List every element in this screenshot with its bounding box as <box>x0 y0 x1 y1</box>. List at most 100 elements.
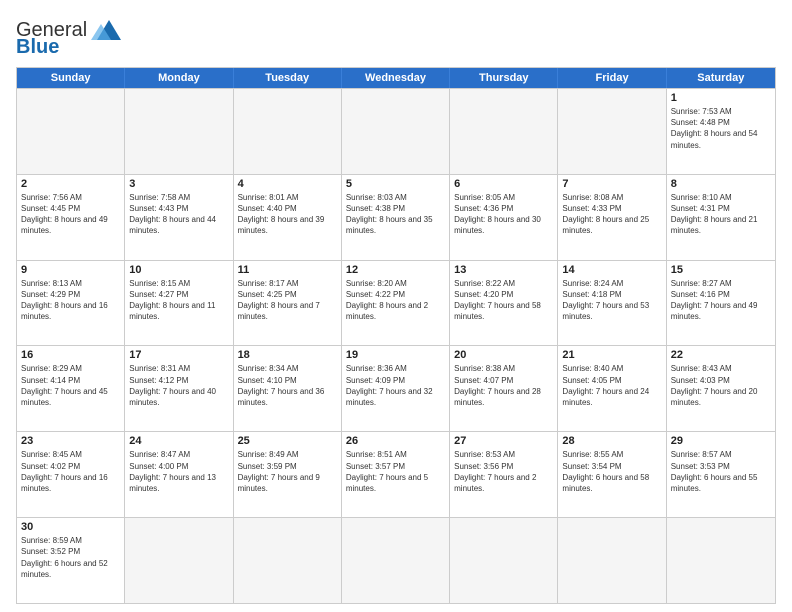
calendar: SundayMondayTuesdayWednesdayThursdayFrid… <box>16 67 776 604</box>
cell-info: Sunrise: 8:57 AM Sunset: 3:53 PM Dayligh… <box>671 449 771 494</box>
cal-cell <box>17 89 125 174</box>
cal-cell: 20 Sunrise: 8:38 AM Sunset: 4:07 PM Dayli… <box>450 346 558 431</box>
day-number: 21 <box>562 349 661 361</box>
cal-cell <box>558 518 666 603</box>
cal-cell: 27 Sunrise: 8:53 AM Sunset: 3:56 PM Dayli… <box>450 432 558 517</box>
day-number: 8 <box>671 178 771 190</box>
day-number: 14 <box>562 264 661 276</box>
day-number: 10 <box>129 264 228 276</box>
day-number: 17 <box>129 349 228 361</box>
cal-cell: 28 Sunrise: 8:55 AM Sunset: 3:54 PM Dayli… <box>558 432 666 517</box>
header: General Blue <box>16 16 776 59</box>
week-row-2: 9 Sunrise: 8:13 AM Sunset: 4:29 PM Daylig… <box>17 260 775 346</box>
week-row-0: 1 Sunrise: 7:53 AM Sunset: 4:48 PM Daylig… <box>17 88 775 174</box>
logo-blue: Blue <box>16 36 59 59</box>
cell-info: Sunrise: 8:08 AM Sunset: 4:33 PM Dayligh… <box>562 192 661 237</box>
day-number: 16 <box>21 349 120 361</box>
cal-cell: 25 Sunrise: 8:49 AM Sunset: 3:59 PM Dayli… <box>234 432 342 517</box>
cell-info: Sunrise: 7:58 AM Sunset: 4:43 PM Dayligh… <box>129 192 228 237</box>
cal-cell <box>667 518 775 603</box>
day-number: 4 <box>238 178 337 190</box>
cal-cell: 8 Sunrise: 8:10 AM Sunset: 4:31 PM Daylig… <box>667 175 775 260</box>
day-of-week-monday: Monday <box>125 68 233 88</box>
day-of-week-wednesday: Wednesday <box>342 68 450 88</box>
day-number: 30 <box>21 521 120 533</box>
cal-cell: 10 Sunrise: 8:15 AM Sunset: 4:27 PM Dayli… <box>125 261 233 346</box>
cal-cell: 26 Sunrise: 8:51 AM Sunset: 3:57 PM Dayli… <box>342 432 450 517</box>
day-of-week-saturday: Saturday <box>667 68 775 88</box>
cal-cell: 16Sunrise: 8:29 AM Sunset: 4:14 PM Dayli… <box>17 346 125 431</box>
cal-cell <box>234 518 342 603</box>
calendar-body: 1 Sunrise: 7:53 AM Sunset: 4:48 PM Daylig… <box>17 88 775 603</box>
cal-cell: 1 Sunrise: 7:53 AM Sunset: 4:48 PM Daylig… <box>667 89 775 174</box>
cell-info: Sunrise: 8:13 AM Sunset: 4:29 PM Dayligh… <box>21 278 120 323</box>
cal-cell <box>342 89 450 174</box>
cell-info: Sunrise: 8:31 AM Sunset: 4:12 PM Dayligh… <box>129 363 228 408</box>
cal-cell: 14 Sunrise: 8:24 AM Sunset: 4:18 PM Dayli… <box>558 261 666 346</box>
day-number: 22 <box>671 349 771 361</box>
cal-cell: 15 Sunrise: 8:27 AM Sunset: 4:16 PM Dayli… <box>667 261 775 346</box>
day-of-week-tuesday: Tuesday <box>234 68 342 88</box>
cal-cell: 7 Sunrise: 8:08 AM Sunset: 4:33 PM Daylig… <box>558 175 666 260</box>
day-number: 13 <box>454 264 553 276</box>
cell-info: Sunrise: 7:56 AM Sunset: 4:45 PM Dayligh… <box>21 192 120 237</box>
day-number: 29 <box>671 435 771 447</box>
page: General Blue SundayMondayTuesdayWednesda… <box>0 0 792 612</box>
day-number: 25 <box>238 435 337 447</box>
cell-info: Sunrise: 8:34 AM Sunset: 4:10 PM Dayligh… <box>238 363 337 408</box>
day-number: 20 <box>454 349 553 361</box>
cell-info: Sunrise: 8:20 AM Sunset: 4:22 PM Dayligh… <box>346 278 445 323</box>
logo: General Blue <box>16 16 125 59</box>
cell-info: Sunrise: 8:49 AM Sunset: 3:59 PM Dayligh… <box>238 449 337 494</box>
cell-info: Sunrise: 8:27 AM Sunset: 4:16 PM Dayligh… <box>671 278 771 323</box>
cal-cell: 23 Sunrise: 8:45 AM Sunset: 4:02 PM Dayli… <box>17 432 125 517</box>
day-number: 23 <box>21 435 120 447</box>
cal-cell: 22Sunrise: 8:43 AM Sunset: 4:03 PM Dayli… <box>667 346 775 431</box>
cell-info: Sunrise: 8:36 AM Sunset: 4:09 PM Dayligh… <box>346 363 445 408</box>
day-number: 27 <box>454 435 553 447</box>
day-number: 24 <box>129 435 228 447</box>
cell-info: Sunrise: 8:10 AM Sunset: 4:31 PM Dayligh… <box>671 192 771 237</box>
cal-cell: 2Sunrise: 7:56 AM Sunset: 4:45 PM Daylig… <box>17 175 125 260</box>
day-number: 26 <box>346 435 445 447</box>
cell-info: Sunrise: 8:15 AM Sunset: 4:27 PM Dayligh… <box>129 278 228 323</box>
cell-info: Sunrise: 8:01 AM Sunset: 4:40 PM Dayligh… <box>238 192 337 237</box>
cal-cell: 24 Sunrise: 8:47 AM Sunset: 4:00 PM Dayli… <box>125 432 233 517</box>
cal-cell <box>558 89 666 174</box>
cell-info: Sunrise: 8:17 AM Sunset: 4:25 PM Dayligh… <box>238 278 337 323</box>
cell-info: Sunrise: 7:53 AM Sunset: 4:48 PM Dayligh… <box>671 106 771 151</box>
week-row-5: 30 Sunrise: 8:59 AM Sunset: 3:52 PM Dayli… <box>17 517 775 603</box>
cell-info: Sunrise: 8:59 AM Sunset: 3:52 PM Dayligh… <box>21 535 120 580</box>
cal-cell: 9 Sunrise: 8:13 AM Sunset: 4:29 PM Daylig… <box>17 261 125 346</box>
week-row-4: 23 Sunrise: 8:45 AM Sunset: 4:02 PM Dayli… <box>17 431 775 517</box>
cell-info: Sunrise: 8:40 AM Sunset: 4:05 PM Dayligh… <box>562 363 661 408</box>
logo-icon <box>87 16 125 44</box>
cell-info: Sunrise: 8:47 AM Sunset: 4:00 PM Dayligh… <box>129 449 228 494</box>
week-row-3: 16Sunrise: 8:29 AM Sunset: 4:14 PM Dayli… <box>17 345 775 431</box>
cal-cell: 11Sunrise: 8:17 AM Sunset: 4:25 PM Dayli… <box>234 261 342 346</box>
cal-cell: 30 Sunrise: 8:59 AM Sunset: 3:52 PM Dayli… <box>17 518 125 603</box>
cell-info: Sunrise: 8:38 AM Sunset: 4:07 PM Dayligh… <box>454 363 553 408</box>
cal-cell <box>125 89 233 174</box>
cal-cell: 17 Sunrise: 8:31 AM Sunset: 4:12 PM Dayli… <box>125 346 233 431</box>
cell-info: Sunrise: 8:24 AM Sunset: 4:18 PM Dayligh… <box>562 278 661 323</box>
day-number: 7 <box>562 178 661 190</box>
cell-info: Sunrise: 8:51 AM Sunset: 3:57 PM Dayligh… <box>346 449 445 494</box>
day-number: 12 <box>346 264 445 276</box>
cal-cell <box>342 518 450 603</box>
cal-cell: 3 Sunrise: 7:58 AM Sunset: 4:43 PM Daylig… <box>125 175 233 260</box>
cell-info: Sunrise: 8:45 AM Sunset: 4:02 PM Dayligh… <box>21 449 120 494</box>
day-number: 1 <box>671 92 771 104</box>
cell-info: Sunrise: 8:03 AM Sunset: 4:38 PM Dayligh… <box>346 192 445 237</box>
day-number: 19 <box>346 349 445 361</box>
cell-info: Sunrise: 8:53 AM Sunset: 3:56 PM Dayligh… <box>454 449 553 494</box>
day-number: 18 <box>238 349 337 361</box>
cal-cell: 21 Sunrise: 8:40 AM Sunset: 4:05 PM Dayli… <box>558 346 666 431</box>
cell-info: Sunrise: 8:22 AM Sunset: 4:20 PM Dayligh… <box>454 278 553 323</box>
cell-info: Sunrise: 8:55 AM Sunset: 3:54 PM Dayligh… <box>562 449 661 494</box>
cal-cell: 4 Sunrise: 8:01 AM Sunset: 4:40 PM Daylig… <box>234 175 342 260</box>
day-number: 3 <box>129 178 228 190</box>
day-number: 28 <box>562 435 661 447</box>
day-number: 9 <box>21 264 120 276</box>
day-number: 15 <box>671 264 771 276</box>
